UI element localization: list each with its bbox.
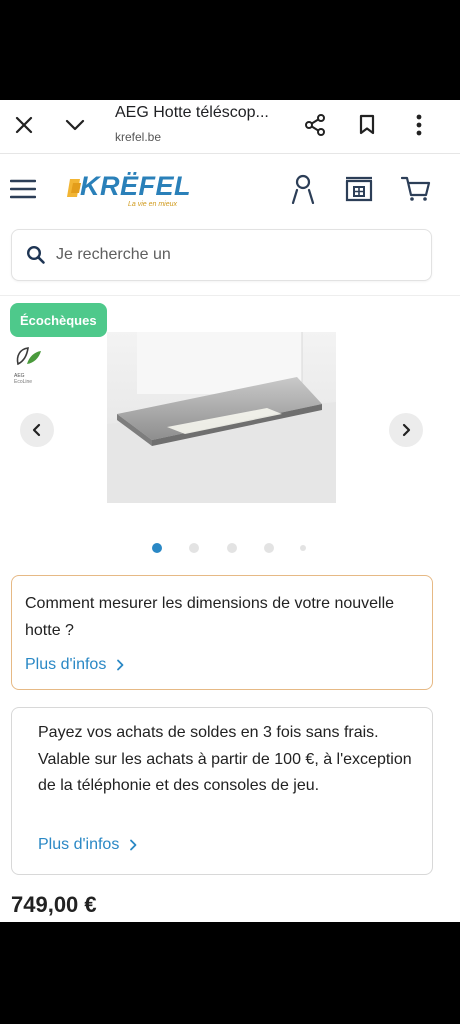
chevron-right-icon — [117, 659, 124, 671]
measure-info-card: Comment mesurer les dimensions de votre … — [11, 575, 433, 690]
gallery-prev-button[interactable] — [20, 413, 54, 447]
gallery-dot[interactable] — [189, 543, 199, 553]
chevron-right-icon — [402, 423, 411, 437]
logo-tagline: La vie en mieux — [128, 201, 178, 208]
close-icon[interactable] — [11, 112, 37, 138]
more-vert-icon[interactable] — [406, 112, 432, 138]
eco-line: EcoLine — [14, 379, 33, 385]
gallery-dot[interactable] — [227, 543, 237, 553]
payment-info-text: Payez vos achats de soldes en 3 fois san… — [38, 724, 412, 794]
share-icon[interactable] — [302, 112, 328, 138]
divider — [0, 295, 460, 296]
krefel-logo[interactable]: KRËFEL La vie en mieux — [66, 171, 196, 211]
gallery-dot[interactable] — [300, 545, 306, 551]
more-info-label[interactable]: Plus d'infos — [38, 836, 119, 854]
gallery-dot[interactable] — [152, 543, 162, 553]
account-icon[interactable] — [287, 173, 319, 205]
store-icon[interactable] — [343, 173, 375, 205]
payment-more-info-link[interactable]: Plus d'infos — [38, 836, 137, 854]
leaf-icon — [16, 347, 41, 366]
search-icon[interactable] — [26, 245, 46, 265]
cart-icon[interactable] — [400, 173, 432, 205]
measure-more-info-link[interactable]: Plus d'infos — [25, 656, 124, 674]
bookmark-icon[interactable] — [354, 112, 380, 138]
measure-info-text: Comment mesurer les dimensions de votre … — [25, 595, 395, 639]
site-header: KRËFEL La vie en mieux — [0, 155, 460, 223]
more-info-label[interactable]: Plus d'infos — [25, 656, 106, 674]
gallery-dot[interactable] — [264, 543, 274, 553]
chevron-left-icon — [32, 423, 41, 437]
product-price: 749,00 € — [11, 892, 97, 917]
page-url[interactable]: krefel.be — [115, 130, 161, 144]
search-bar[interactable] — [11, 229, 432, 281]
aeg-ecoline-logo: AEG EcoLine — [14, 346, 44, 386]
ecocheques-badge: Écochèques — [10, 303, 107, 337]
search-input[interactable] — [56, 242, 416, 268]
payment-info-card: Payez vos achats de soldes en 3 fois san… — [11, 707, 433, 875]
gallery-next-button[interactable] — [389, 413, 423, 447]
logo-text: KRËFEL — [80, 171, 191, 201]
browser-toolbar: AEG Hotte téléscop... krefel.be — [0, 100, 460, 154]
gallery-pagination — [152, 542, 312, 554]
product-image[interactable] — [107, 332, 336, 503]
chevron-right-icon — [130, 839, 137, 851]
browser-viewport: AEG Hotte téléscop... krefel.be KRËFEL L… — [0, 100, 460, 922]
page-title: AEG Hotte téléscop... — [115, 104, 269, 121]
menu-icon[interactable] — [7, 173, 39, 205]
chevron-down-icon[interactable] — [62, 112, 88, 138]
